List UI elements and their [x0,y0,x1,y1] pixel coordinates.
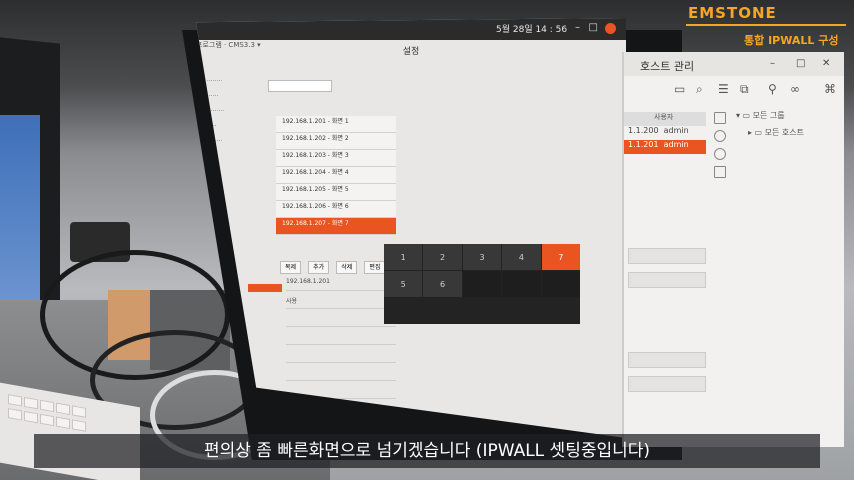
host-field[interactable] [628,352,706,368]
table-row-selected[interactable]: 1.1.201 admin [624,140,706,154]
list-item[interactable]: 192.168.1.205 - 화면 5 [276,184,396,201]
minimize-icon[interactable]: – [575,22,580,33]
host-table: 사용자 1.1.200 admin 1.1.201 admin [624,112,706,154]
host-field[interactable] [628,248,706,264]
folder-icon[interactable] [714,112,726,124]
edit-button[interactable]: 편집 [364,261,386,274]
host-window-titlebar: 호스트 관리 – □ ✕ [624,52,844,76]
edit-icon[interactable] [714,166,726,178]
tree-item-all-groups[interactable]: ▾ ▭ 모든 그룹 [736,110,804,121]
host-field[interactable] [628,376,706,392]
dialog-title: 설정 [402,47,420,57]
list-item-selected[interactable]: 192.168.1.207 - 화면 7 [276,218,396,235]
maximize-icon[interactable]: □ [589,22,598,33]
add-icon[interactable] [714,130,726,142]
tree-item-all-hosts[interactable]: ▸ ▭ 모든 호스트 [736,127,804,138]
photo-scene: 5월 28일 14 : 56 – □ 프로그램 · CMS3.3 ▾ 설정 ▸ … [0,0,854,480]
add-button[interactable]: 추가 [308,261,330,274]
background-monitor-screen [0,115,40,300]
monitor-icon[interactable]: ▭ [674,82,685,96]
network-icon[interactable]: ⌘ [824,82,836,96]
list-item[interactable]: 192.168.1.203 - 화면 3 [276,150,396,167]
host-ip: 1.1.200 [628,126,659,135]
grid-cell-active[interactable]: 7 [541,244,580,270]
close-icon[interactable] [605,23,616,34]
plug-icon[interactable]: ⚲ [768,82,777,96]
table-row[interactable]: 1.1.200 admin [624,126,706,140]
host-toolbar: ▭ ⌕ ☰ ⧉ ⚲ ∞ ⌘ [664,80,844,102]
form-row[interactable] [286,314,396,327]
host-ip: 1.1.201 [628,140,659,149]
delete-button[interactable]: 삭제 [336,261,358,274]
grid-cell[interactable]: 1 [384,244,423,270]
grid-cell-empty [541,271,580,297]
external-link-icon[interactable]: ⧉ [740,82,749,97]
list-item[interactable]: 192.168.1.201 - 화면 1 [276,116,396,133]
host-management-window: 호스트 관리 – □ ✕ ▭ ⌕ ☰ ⧉ ⚲ ∞ ⌘ 사용자 1.1.200 a… [622,52,844,447]
minimize-icon[interactable]: – [770,58,775,69]
duplicate-button[interactable]: 복제 [280,261,302,274]
form-row[interactable] [286,350,396,363]
display-list: 192.168.1.201 - 화면 1 192.168.1.202 - 화면 … [276,116,396,235]
list-item[interactable]: 192.168.1.202 - 화면 2 [276,133,396,150]
grid-cell[interactable]: 3 [462,244,502,270]
brand-logo: EMSTONE [688,4,777,22]
host-side-icons [714,112,728,184]
remove-icon[interactable] [714,148,726,160]
form-row[interactable] [286,332,396,345]
logo-underline [686,24,846,26]
selected-sidebar-tag [248,284,282,292]
grid-cell-empty [502,271,541,297]
main-monitor-screen: 5월 28일 14 : 56 – □ 프로그램 · CMS3.3 ▾ 설정 ▸ … [196,18,626,438]
search-icon[interactable]: ⌕ [696,82,703,97]
sidebar-item[interactable]: ▸ ········ [202,78,260,85]
maximize-icon[interactable]: □ [796,58,805,69]
form-row[interactable]: 사용 [286,296,396,309]
host-field[interactable] [628,272,706,288]
list-item[interactable]: 192.168.1.206 - 화면 6 [276,201,396,218]
grid-cell[interactable]: 4 [502,244,541,270]
settings-toolbar [268,80,378,92]
host-user: admin [663,126,689,135]
list-item[interactable]: 192.168.1.204 - 화면 4 [276,167,396,184]
ipwall-layout-grid: 1 2 3 4 7 5 6 [384,244,580,324]
list-icon[interactable]: ☰ [718,82,729,96]
clock: 5월 28일 14 : 56 [496,25,568,35]
grid-cell[interactable]: 5 [384,271,423,297]
mode-dropdown[interactable] [268,80,332,92]
host-user: admin [663,140,689,149]
group-tree: ▾ ▭ 모든 그룹 ▸ ▭ 모든 호스트 [736,110,804,144]
os-topbar: 5월 28일 14 : 56 – □ [196,18,626,40]
sidebar-item[interactable]: ▸ ······ [202,93,260,100]
grid-cell[interactable]: 6 [423,271,462,297]
form-row[interactable] [286,368,396,381]
host-window-title: 호스트 관리 [640,60,695,73]
grid-cell-empty [462,271,502,297]
form-row[interactable]: 192.168.1.201 [286,278,396,291]
link-icon[interactable]: ∞ [790,82,800,96]
column-header-user: 사용자 [624,112,706,126]
video-subtitle: 편의상 좀 빠른화면으로 넘기겠습니다 (IPWALL 셋팅중입니다) [203,441,651,461]
grid-cell[interactable]: 2 [423,244,462,270]
brand-tagline: 통합 IPWALL 구성 [744,34,839,47]
close-icon[interactable]: ✕ [822,58,830,69]
